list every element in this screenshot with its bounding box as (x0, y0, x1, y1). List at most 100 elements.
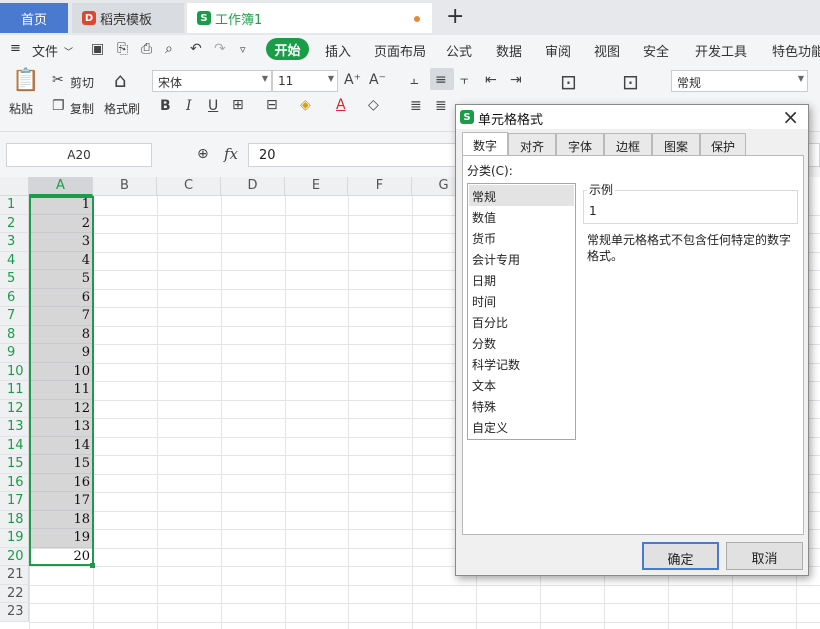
row-header-8[interactable]: 8 (0, 325, 29, 344)
scissors-icon[interactable]: ✂ (52, 72, 64, 88)
paste-button[interactable]: 粘贴 (9, 100, 33, 117)
row-header-13[interactable]: 13 (0, 418, 29, 437)
fill-color-icon[interactable]: ◈ (300, 97, 311, 113)
dialog-tab-border[interactable]: 边框 (604, 133, 652, 155)
row-header-4[interactable]: 4 (0, 251, 29, 270)
menu-start[interactable]: 开始 (266, 38, 309, 60)
hamburger-menu-icon[interactable]: ≡ (10, 41, 21, 56)
zoom-search-icon[interactable]: ⊕ (197, 146, 209, 162)
category-item[interactable]: 百分比 (469, 311, 574, 332)
category-item[interactable]: 时间 (469, 290, 574, 311)
redo-icon[interactable]: ↷ (214, 41, 226, 57)
print-icon[interactable]: ⎙ (141, 41, 152, 57)
ok-button[interactable]: 确定 (642, 542, 719, 570)
align-left-icon[interactable]: ≣ (410, 98, 422, 114)
bold-button[interactable]: B (160, 98, 171, 114)
category-item[interactable]: 数值 (469, 206, 574, 227)
copy-button[interactable]: 复制 (70, 100, 94, 117)
dialog-tab-protection[interactable]: 保护 (700, 133, 746, 155)
new-tab-button[interactable]: + (446, 4, 464, 29)
dialog-tab-number[interactable]: 数字 (462, 132, 508, 156)
select-all-corner[interactable] (0, 177, 29, 196)
undo-icon[interactable]: ↶ (190, 41, 202, 57)
font-name-select[interactable]: 宋体 ▼ (152, 70, 272, 92)
align-top-icon[interactable]: ⫠ (410, 72, 418, 88)
border-icon[interactable]: ⊞ (232, 97, 244, 113)
font-color-icon[interactable]: A (336, 97, 346, 113)
row-header-12[interactable]: 12 (0, 399, 29, 418)
row-header-7[interactable]: 7 (0, 307, 29, 326)
row-header-22[interactable]: 22 (0, 584, 29, 603)
menu-review[interactable]: 审阅 (545, 41, 571, 60)
merge-center-icon[interactable]: ⊡ (560, 70, 577, 94)
category-item[interactable]: 会计专用 (469, 248, 574, 269)
increase-font-icon[interactable]: A⁺ (344, 72, 361, 88)
column-header-b[interactable]: B (93, 177, 157, 196)
save-icon[interactable]: ▣ (91, 41, 104, 57)
underline-button[interactable]: U (208, 98, 218, 114)
row-header-9[interactable]: 9 (0, 344, 29, 363)
row-header-18[interactable]: 18 (0, 510, 29, 529)
category-item[interactable]: 科学记数 (469, 353, 574, 374)
row-header-14[interactable]: 14 (0, 436, 29, 455)
cancel-button[interactable]: 取消 (726, 542, 803, 570)
tab-home[interactable]: 首页 (0, 3, 68, 33)
menu-data[interactable]: 数据 (496, 41, 522, 60)
row-header-16[interactable]: 16 (0, 473, 29, 492)
category-item[interactable]: 日期 (469, 269, 574, 290)
row-header-10[interactable]: 10 (0, 362, 29, 381)
row-header-17[interactable]: 17 (0, 492, 29, 511)
cut-button[interactable]: 剪切 (70, 74, 94, 91)
row-header-11[interactable]: 11 (0, 381, 29, 400)
number-format-select[interactable]: 常规 ▼ (671, 70, 808, 92)
menu-insert[interactable]: 插入 (325, 41, 351, 60)
close-icon[interactable]: × (782, 105, 799, 129)
row-header-1[interactable]: 1 (0, 196, 29, 215)
column-header-c[interactable]: C (157, 177, 221, 196)
font-size-select[interactable]: 11 ▼ (272, 70, 338, 92)
row-header-20[interactable]: 20 (0, 547, 29, 566)
category-item[interactable]: 特殊 (469, 395, 574, 416)
menu-page-layout[interactable]: 页面布局 (374, 41, 426, 60)
wrap-text-icon[interactable]: ⊡ (622, 70, 639, 94)
row-header-5[interactable]: 5 (0, 270, 29, 289)
category-item[interactable]: 常规 (469, 185, 574, 206)
fill-handle[interactable] (90, 563, 95, 568)
column-header-f[interactable]: F (348, 177, 412, 196)
clear-format-icon[interactable]: ◇ (368, 97, 379, 113)
menu-security[interactable]: 安全 (643, 41, 669, 60)
menu-view[interactable]: 视图 (594, 41, 620, 60)
decrease-font-icon[interactable]: A⁻ (369, 72, 386, 88)
menu-developer[interactable]: 开发工具 (695, 41, 747, 60)
cell-style-icon[interactable]: ⊟ (266, 97, 278, 113)
quick-access-more-icon[interactable]: ▿ (240, 43, 246, 56)
row-header-2[interactable]: 2 (0, 214, 29, 233)
name-box[interactable]: A20 (6, 143, 152, 167)
dialog-tab-pattern[interactable]: 图案 (652, 133, 700, 155)
dialog-tab-font[interactable]: 字体 (556, 133, 604, 155)
row-header-23[interactable]: 23 (0, 603, 29, 622)
category-item[interactable]: 分数 (469, 332, 574, 353)
format-painter-button[interactable]: 格式刷 (104, 100, 140, 117)
row-header-21[interactable]: 21 (0, 566, 29, 585)
category-item[interactable]: 文本 (469, 374, 574, 395)
row-header-15[interactable]: 15 (0, 455, 29, 474)
column-header-d[interactable]: D (221, 177, 285, 196)
row-header-6[interactable]: 6 (0, 288, 29, 307)
category-item[interactable]: 货币 (469, 227, 574, 248)
align-bottom-icon[interactable]: ⫟ (460, 72, 468, 88)
dialog-tab-alignment[interactable]: 对齐 (508, 133, 556, 155)
column-header-e[interactable]: E (285, 177, 348, 196)
menu-file[interactable]: 文件 (32, 41, 58, 60)
menu-special-features[interactable]: 特色功能 (772, 41, 820, 60)
fx-icon[interactable]: fx (224, 145, 238, 163)
copy-icon[interactable]: ❐ (52, 98, 65, 114)
menu-formula[interactable]: 公式 (446, 41, 472, 60)
row-header-19[interactable]: 19 (0, 529, 29, 548)
category-item[interactable]: 自定义 (469, 416, 574, 437)
print-preview-icon[interactable]: ⌕ (165, 41, 173, 57)
align-middle-icon[interactable]: ≡ (435, 72, 447, 88)
format-painter-icon[interactable]: ⌂ (114, 68, 127, 92)
indent-increase-icon[interactable]: ⇥ (510, 72, 522, 88)
italic-button[interactable]: I (186, 98, 192, 114)
